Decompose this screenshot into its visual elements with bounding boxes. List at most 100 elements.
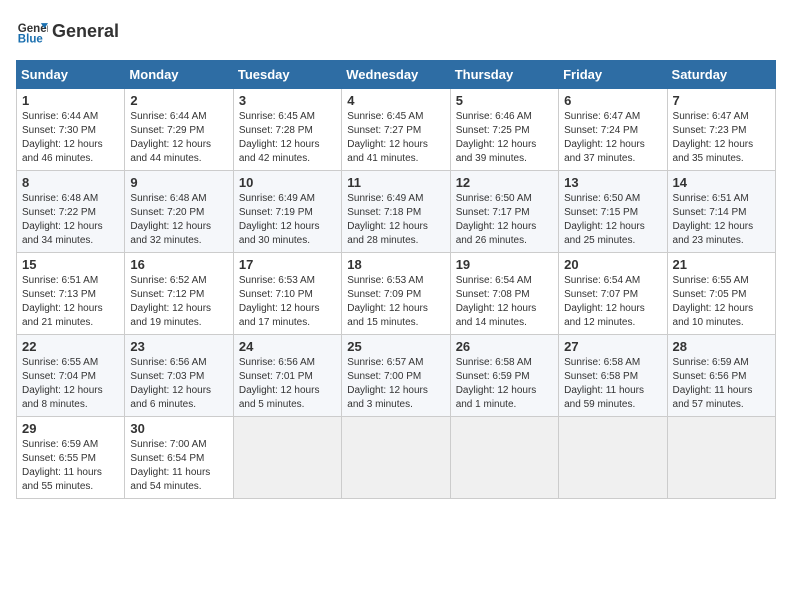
sunrise-text: Sunrise: 6:53 AM bbox=[347, 274, 444, 288]
day-info: Sunrise: 7:00 AM Sunset: 6:54 PM Dayligh… bbox=[130, 438, 227, 494]
calendar-header-row: SundayMondayTuesdayWednesdayThursdayFrid… bbox=[17, 61, 776, 89]
sunset-text: Sunset: 7:24 PM bbox=[564, 124, 661, 138]
day-info: Sunrise: 6:49 AM Sunset: 7:18 PM Dayligh… bbox=[347, 192, 444, 248]
sunset-text: Sunset: 7:00 PM bbox=[347, 370, 444, 384]
sunrise-text: Sunrise: 6:45 AM bbox=[239, 110, 336, 124]
sunset-text: Sunset: 7:10 PM bbox=[239, 288, 336, 302]
calendar-cell: 7 Sunrise: 6:47 AM Sunset: 7:23 PM Dayli… bbox=[667, 89, 775, 171]
sunrise-text: Sunrise: 6:50 AM bbox=[456, 192, 553, 206]
day-number: 13 bbox=[564, 175, 661, 190]
day-number: 10 bbox=[239, 175, 336, 190]
sunset-text: Sunset: 6:56 PM bbox=[673, 370, 770, 384]
daylight-text: Daylight: 12 hours and 37 minutes. bbox=[564, 138, 661, 166]
calendar-cell bbox=[559, 417, 667, 499]
day-number: 21 bbox=[673, 257, 770, 272]
daylight-text: Daylight: 12 hours and 19 minutes. bbox=[130, 302, 227, 330]
daylight-text: Daylight: 12 hours and 25 minutes. bbox=[564, 220, 661, 248]
calendar-cell: 15 Sunrise: 6:51 AM Sunset: 7:13 PM Dayl… bbox=[17, 253, 125, 335]
day-info: Sunrise: 6:48 AM Sunset: 7:20 PM Dayligh… bbox=[130, 192, 227, 248]
daylight-text: Daylight: 12 hours and 12 minutes. bbox=[564, 302, 661, 330]
day-info: Sunrise: 6:44 AM Sunset: 7:29 PM Dayligh… bbox=[130, 110, 227, 166]
day-info: Sunrise: 6:58 AM Sunset: 6:58 PM Dayligh… bbox=[564, 356, 661, 412]
day-info: Sunrise: 6:53 AM Sunset: 7:10 PM Dayligh… bbox=[239, 274, 336, 330]
day-number: 7 bbox=[673, 93, 770, 108]
weekday-header-monday: Monday bbox=[125, 61, 233, 89]
daylight-text: Daylight: 12 hours and 34 minutes. bbox=[22, 220, 119, 248]
daylight-text: Daylight: 11 hours and 54 minutes. bbox=[130, 466, 227, 494]
sunrise-text: Sunrise: 6:44 AM bbox=[22, 110, 119, 124]
calendar-cell: 3 Sunrise: 6:45 AM Sunset: 7:28 PM Dayli… bbox=[233, 89, 341, 171]
sunrise-text: Sunrise: 6:45 AM bbox=[347, 110, 444, 124]
sunset-text: Sunset: 6:58 PM bbox=[564, 370, 661, 384]
calendar-week-4: 22 Sunrise: 6:55 AM Sunset: 7:04 PM Dayl… bbox=[17, 335, 776, 417]
calendar-cell: 23 Sunrise: 6:56 AM Sunset: 7:03 PM Dayl… bbox=[125, 335, 233, 417]
day-info: Sunrise: 6:57 AM Sunset: 7:00 PM Dayligh… bbox=[347, 356, 444, 412]
svg-text:Blue: Blue bbox=[18, 34, 44, 46]
day-number: 11 bbox=[347, 175, 444, 190]
sunrise-text: Sunrise: 6:54 AM bbox=[564, 274, 661, 288]
day-info: Sunrise: 6:50 AM Sunset: 7:15 PM Dayligh… bbox=[564, 192, 661, 248]
daylight-text: Daylight: 12 hours and 28 minutes. bbox=[347, 220, 444, 248]
day-info: Sunrise: 6:44 AM Sunset: 7:30 PM Dayligh… bbox=[22, 110, 119, 166]
day-info: Sunrise: 6:45 AM Sunset: 7:27 PM Dayligh… bbox=[347, 110, 444, 166]
day-number: 1 bbox=[22, 93, 119, 108]
daylight-text: Daylight: 12 hours and 39 minutes. bbox=[456, 138, 553, 166]
sunrise-text: Sunrise: 6:59 AM bbox=[673, 356, 770, 370]
day-info: Sunrise: 6:51 AM Sunset: 7:13 PM Dayligh… bbox=[22, 274, 119, 330]
daylight-text: Daylight: 12 hours and 42 minutes. bbox=[239, 138, 336, 166]
daylight-text: Daylight: 12 hours and 5 minutes. bbox=[239, 384, 336, 412]
sunset-text: Sunset: 7:27 PM bbox=[347, 124, 444, 138]
calendar-week-1: 1 Sunrise: 6:44 AM Sunset: 7:30 PM Dayli… bbox=[17, 89, 776, 171]
weekday-header-thursday: Thursday bbox=[450, 61, 558, 89]
calendar-cell: 5 Sunrise: 6:46 AM Sunset: 7:25 PM Dayli… bbox=[450, 89, 558, 171]
calendar-cell: 14 Sunrise: 6:51 AM Sunset: 7:14 PM Dayl… bbox=[667, 171, 775, 253]
daylight-text: Daylight: 12 hours and 44 minutes. bbox=[130, 138, 227, 166]
daylight-text: Daylight: 12 hours and 26 minutes. bbox=[456, 220, 553, 248]
daylight-text: Daylight: 11 hours and 57 minutes. bbox=[673, 384, 770, 412]
sunrise-text: Sunrise: 6:55 AM bbox=[673, 274, 770, 288]
day-number: 22 bbox=[22, 339, 119, 354]
calendar-week-3: 15 Sunrise: 6:51 AM Sunset: 7:13 PM Dayl… bbox=[17, 253, 776, 335]
sunset-text: Sunset: 7:29 PM bbox=[130, 124, 227, 138]
calendar-cell: 10 Sunrise: 6:49 AM Sunset: 7:19 PM Dayl… bbox=[233, 171, 341, 253]
day-number: 25 bbox=[347, 339, 444, 354]
calendar-cell: 2 Sunrise: 6:44 AM Sunset: 7:29 PM Dayli… bbox=[125, 89, 233, 171]
day-info: Sunrise: 6:59 AM Sunset: 6:55 PM Dayligh… bbox=[22, 438, 119, 494]
sunrise-text: Sunrise: 6:47 AM bbox=[564, 110, 661, 124]
day-info: Sunrise: 6:59 AM Sunset: 6:56 PM Dayligh… bbox=[673, 356, 770, 412]
logo-icon: General Blue bbox=[16, 16, 48, 48]
daylight-text: Daylight: 12 hours and 17 minutes. bbox=[239, 302, 336, 330]
sunrise-text: Sunrise: 6:50 AM bbox=[564, 192, 661, 206]
day-number: 8 bbox=[22, 175, 119, 190]
calendar-cell bbox=[667, 417, 775, 499]
day-info: Sunrise: 6:55 AM Sunset: 7:04 PM Dayligh… bbox=[22, 356, 119, 412]
calendar-cell: 25 Sunrise: 6:57 AM Sunset: 7:00 PM Dayl… bbox=[342, 335, 450, 417]
sunset-text: Sunset: 7:05 PM bbox=[673, 288, 770, 302]
calendar-cell: 20 Sunrise: 6:54 AM Sunset: 7:07 PM Dayl… bbox=[559, 253, 667, 335]
sunrise-text: Sunrise: 6:54 AM bbox=[456, 274, 553, 288]
day-info: Sunrise: 6:45 AM Sunset: 7:28 PM Dayligh… bbox=[239, 110, 336, 166]
day-info: Sunrise: 6:48 AM Sunset: 7:22 PM Dayligh… bbox=[22, 192, 119, 248]
daylight-text: Daylight: 12 hours and 3 minutes. bbox=[347, 384, 444, 412]
day-info: Sunrise: 6:50 AM Sunset: 7:17 PM Dayligh… bbox=[456, 192, 553, 248]
sunrise-text: Sunrise: 6:51 AM bbox=[22, 274, 119, 288]
sunset-text: Sunset: 7:09 PM bbox=[347, 288, 444, 302]
sunrise-text: Sunrise: 6:55 AM bbox=[22, 356, 119, 370]
sunset-text: Sunset: 7:15 PM bbox=[564, 206, 661, 220]
sunrise-text: Sunrise: 6:57 AM bbox=[347, 356, 444, 370]
day-number: 30 bbox=[130, 421, 227, 436]
day-info: Sunrise: 6:56 AM Sunset: 7:03 PM Dayligh… bbox=[130, 356, 227, 412]
day-info: Sunrise: 6:54 AM Sunset: 7:08 PM Dayligh… bbox=[456, 274, 553, 330]
sunset-text: Sunset: 7:28 PM bbox=[239, 124, 336, 138]
calendar-cell: 17 Sunrise: 6:53 AM Sunset: 7:10 PM Dayl… bbox=[233, 253, 341, 335]
sunset-text: Sunset: 7:13 PM bbox=[22, 288, 119, 302]
calendar-cell: 11 Sunrise: 6:49 AM Sunset: 7:18 PM Dayl… bbox=[342, 171, 450, 253]
sunrise-text: Sunrise: 6:48 AM bbox=[22, 192, 119, 206]
calendar-cell bbox=[342, 417, 450, 499]
day-number: 29 bbox=[22, 421, 119, 436]
calendar-cell: 21 Sunrise: 6:55 AM Sunset: 7:05 PM Dayl… bbox=[667, 253, 775, 335]
calendar-cell: 8 Sunrise: 6:48 AM Sunset: 7:22 PM Dayli… bbox=[17, 171, 125, 253]
weekday-header-saturday: Saturday bbox=[667, 61, 775, 89]
calendar-cell: 24 Sunrise: 6:56 AM Sunset: 7:01 PM Dayl… bbox=[233, 335, 341, 417]
day-info: Sunrise: 6:47 AM Sunset: 7:23 PM Dayligh… bbox=[673, 110, 770, 166]
